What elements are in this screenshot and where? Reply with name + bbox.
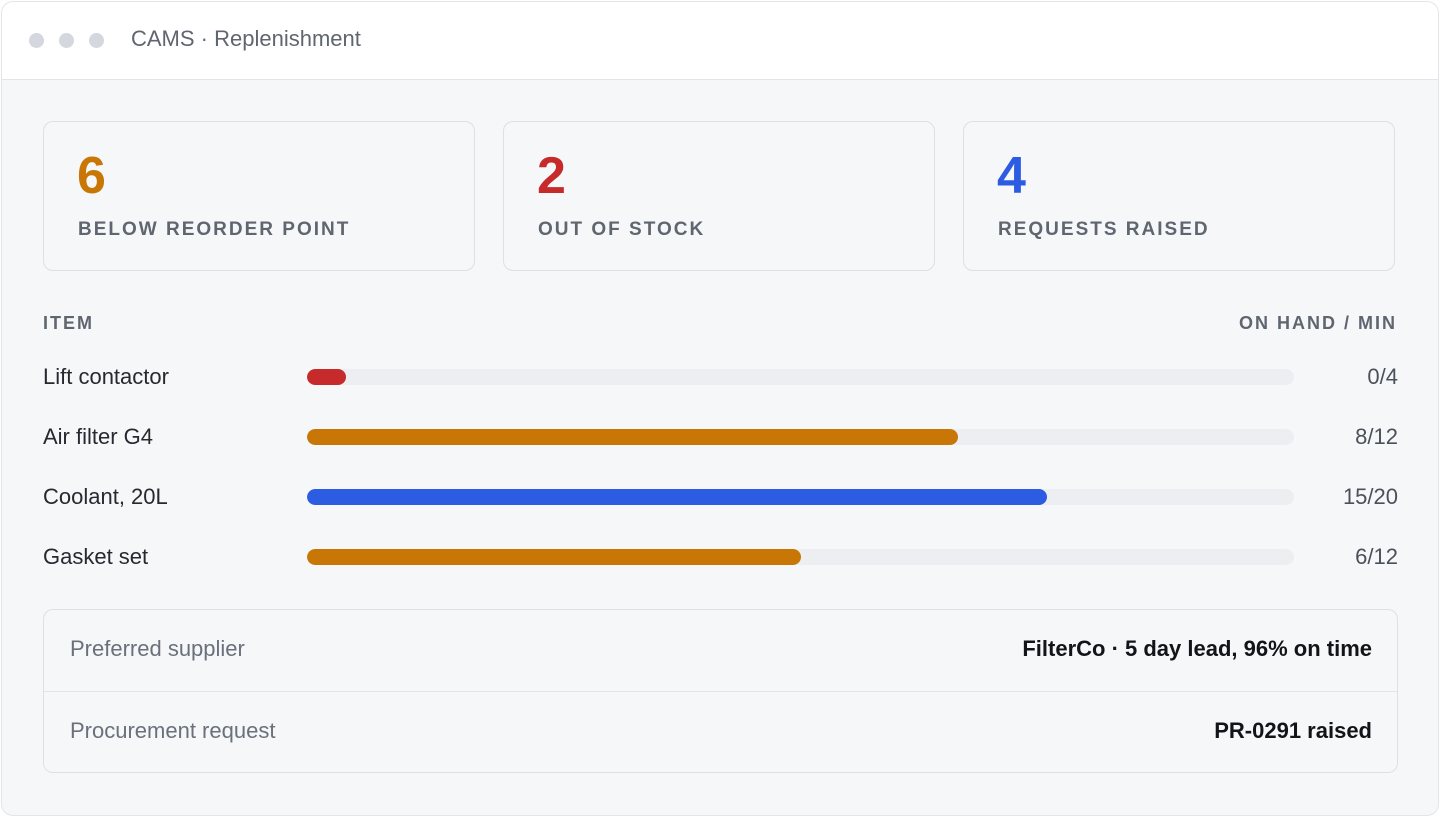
stat-card-requests-raised: 4 REQUESTS RAISED xyxy=(963,121,1395,271)
stat-value: 6 xyxy=(77,147,106,205)
stat-label: REQUESTS RAISED xyxy=(998,219,1210,240)
item-name: Gasket set xyxy=(43,544,149,569)
stat-label: BELOW REORDER POINT xyxy=(78,219,351,240)
on-hand-min-value: 0/4 xyxy=(1367,364,1398,389)
stat-value: 4 xyxy=(997,147,1026,205)
stock-level-fill xyxy=(307,549,801,565)
stat-card-out-of-stock: 2 OUT OF STOCK xyxy=(503,121,935,271)
stat-card-below-reorder: 6 BELOW REORDER POINT xyxy=(43,121,475,271)
title-bar: CAMS · Replenishment xyxy=(2,2,1438,80)
on-hand-min-value: 15/20 xyxy=(1342,484,1398,509)
maximize-window-dot[interactable] xyxy=(89,33,104,48)
stock-row-gasket-set: Gasket set 6/12 xyxy=(43,541,1398,573)
stock-level-fill xyxy=(307,369,347,385)
item-name: Lift contactor xyxy=(43,364,169,389)
stock-row-air-filter-g4: Air filter G4 8/12 xyxy=(43,421,1398,453)
window-title: CAMS · Replenishment xyxy=(131,26,361,51)
stock-row-coolant-20l: Coolant, 20L 15/20 xyxy=(43,481,1398,513)
on-hand-column-header: ON HAND / MIN xyxy=(1239,313,1397,333)
stock-level-fill xyxy=(307,489,1048,505)
stock-level-bar xyxy=(307,369,1294,385)
stat-value: 2 xyxy=(537,147,566,205)
on-hand-min-value: 8/12 xyxy=(1355,424,1398,449)
app-window: CAMS · Replenishment 6 BELOW REORDER POI… xyxy=(1,1,1439,816)
item-name: Coolant, 20L xyxy=(43,484,168,509)
stock-level-bar xyxy=(307,489,1294,505)
minimize-window-dot[interactable] xyxy=(59,33,74,48)
stock-row-lift-contactor: Lift contactor 0/4 xyxy=(43,361,1398,393)
stock-level-bar xyxy=(307,549,1294,565)
preferred-supplier-value: FilterCo · 5 day lead, 96% on time xyxy=(1022,636,1372,661)
stock-level-fill xyxy=(307,429,959,445)
preferred-supplier-row: Preferred supplier FilterCo · 5 day lead… xyxy=(44,610,1397,692)
procurement-request-row: Procurement request PR-0291 raised xyxy=(44,692,1397,773)
item-name: Air filter G4 xyxy=(43,424,154,449)
stat-label: OUT OF STOCK xyxy=(538,219,706,240)
close-window-dot[interactable] xyxy=(29,33,44,48)
preferred-supplier-label: Preferred supplier xyxy=(70,636,245,661)
item-column-header: ITEM xyxy=(43,313,94,333)
stock-level-bar xyxy=(307,429,1294,445)
procurement-request-value: PR-0291 raised xyxy=(1214,718,1372,743)
procurement-request-label: Procurement request xyxy=(70,718,276,743)
supplier-info-panel: Preferred supplier FilterCo · 5 day lead… xyxy=(43,609,1398,773)
on-hand-min-value: 6/12 xyxy=(1355,544,1398,569)
